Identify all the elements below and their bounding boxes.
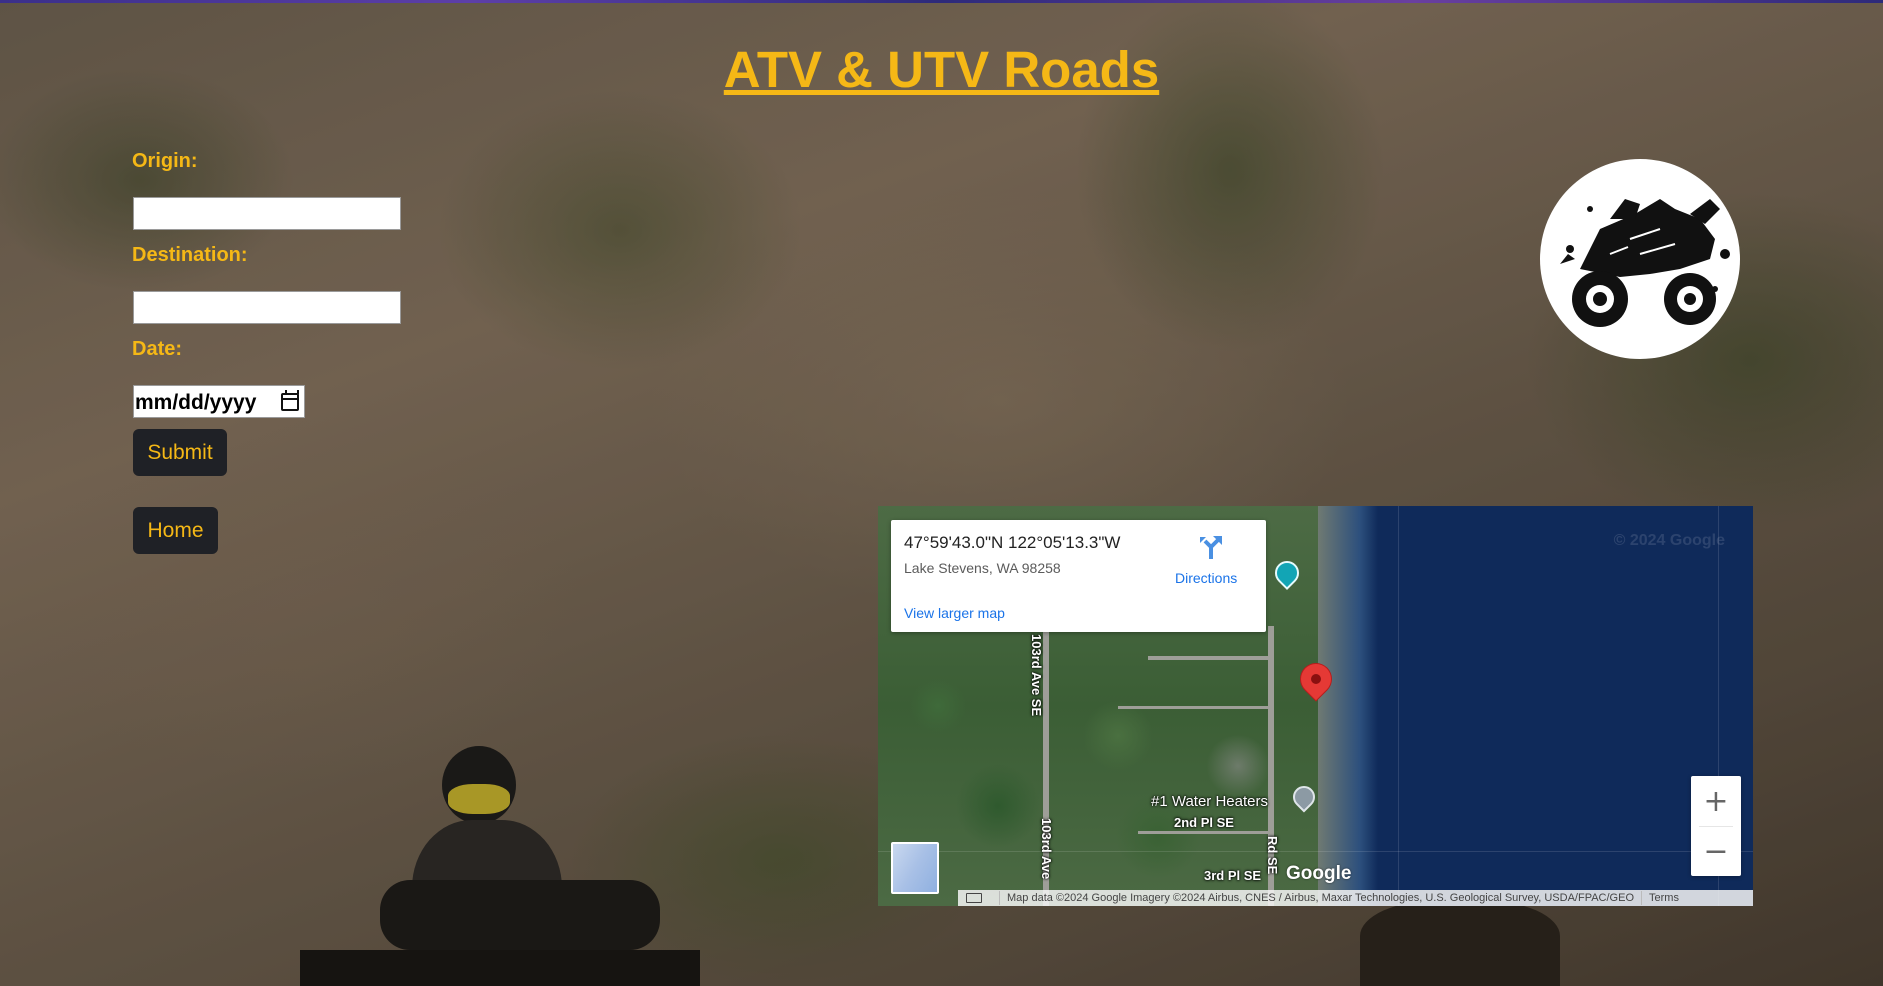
page-title: ATV & UTV Roads: [723, 41, 1160, 98]
terms-link[interactable]: Terms: [1649, 892, 1679, 904]
view-larger-map-link[interactable]: View larger map: [904, 605, 1005, 621]
address-text: Lake Stevens, WA 98258: [904, 560, 1061, 576]
map-grid-line: [878, 851, 1753, 852]
road-label: 103rd Ave: [1039, 818, 1054, 880]
map-shoreline: [1318, 506, 1378, 906]
map-layer-toggle[interactable]: [891, 842, 939, 894]
directions-icon[interactable]: [1197, 533, 1225, 561]
divider: [1641, 891, 1642, 905]
destination-label: Destination:: [132, 244, 248, 266]
road-label: 103rd Ave SE: [1029, 634, 1044, 717]
calendar-icon[interactable]: [281, 390, 299, 411]
date-input[interactable]: mm/dd/yyyy: [133, 385, 305, 418]
date-placeholder: mm/dd/yyyy: [135, 391, 257, 414]
zoom-controls: + −: [1691, 776, 1741, 876]
map-info-card: 47°59'43.0"N 122°05'13.3"W Lake Stevens,…: [891, 520, 1266, 632]
map-road: [1148, 656, 1273, 660]
coordinates-text: 47°59'43.0"N 122°05'13.3"W: [904, 533, 1121, 552]
road-label: 3rd Pl SE: [1204, 868, 1262, 883]
top-strip: [0, 0, 1883, 3]
atv-quad-bike-icon: [1560, 199, 1730, 327]
origin-label: Origin:: [132, 150, 198, 172]
divider: [999, 891, 1000, 905]
date-label: Date:: [132, 338, 183, 360]
road-label: Rd SE: [1265, 836, 1280, 875]
poi-label: #1 Water Heaters: [1151, 793, 1268, 810]
atv-logo: [1540, 159, 1740, 359]
submit-button[interactable]: Submit: [133, 429, 227, 476]
map-embed[interactable]: © 2024 Google 103rd Ave SE 103rd Ave Rd …: [878, 506, 1753, 906]
directions-link[interactable]: Directions: [1175, 570, 1237, 586]
map-watermark: © 2024 Google: [1613, 532, 1725, 549]
home-button[interactable]: Home: [133, 507, 218, 554]
map-attribution: Map data ©2024 Google Imagery ©2024 Airb…: [1007, 892, 1634, 904]
map-road: [1138, 831, 1273, 834]
map-attribution-bar: Map data ©2024 Google Imagery ©2024 Airb…: [958, 890, 1753, 906]
origin-input[interactable]: [133, 197, 401, 230]
road-label: 2nd Pl SE: [1174, 815, 1234, 830]
zoom-in-button[interactable]: +: [1691, 776, 1741, 826]
destination-input[interactable]: [133, 291, 401, 324]
map-grid-line: [1398, 506, 1399, 906]
google-logo: Google: [1286, 863, 1352, 884]
keyboard-icon[interactable]: [966, 893, 982, 903]
zoom-out-button[interactable]: −: [1691, 826, 1741, 876]
map-road: [1118, 706, 1268, 709]
